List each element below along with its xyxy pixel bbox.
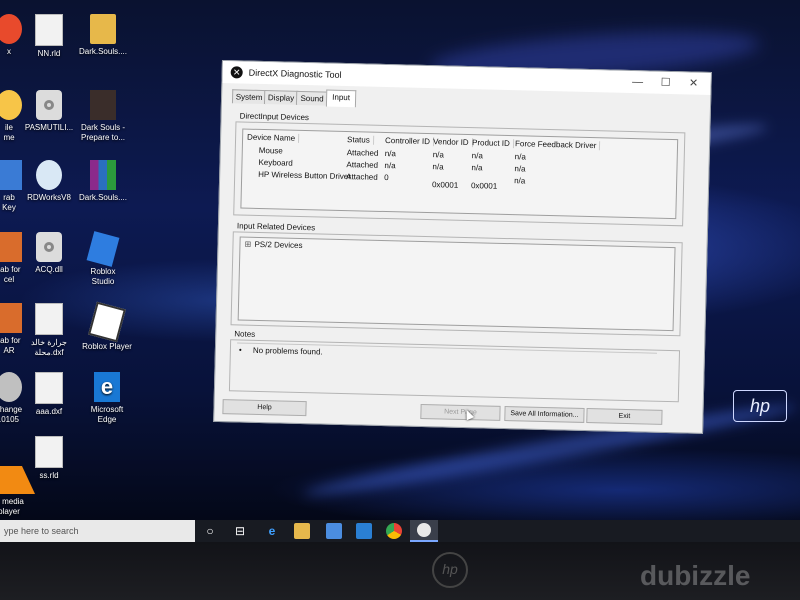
- folder-icon: [90, 14, 116, 44]
- device-status: Attached: [346, 172, 378, 182]
- device-status: Attached: [346, 160, 379, 170]
- directx-icon: [417, 523, 431, 537]
- tree-item-ps2-devices[interactable]: PS/2 Devices: [254, 240, 302, 250]
- store-icon[interactable]: [326, 523, 342, 539]
- chrome-icon[interactable]: [386, 523, 402, 539]
- mail-icon[interactable]: [356, 523, 372, 539]
- roblox-studio-icon: [86, 231, 120, 267]
- edge-icon: e: [94, 372, 120, 402]
- device-ffd: n/a: [514, 164, 526, 174]
- desktop-icon[interactable]: Dark.Souls....: [72, 14, 134, 57]
- expand-icon[interactable]: ⊞: [244, 240, 251, 249]
- device-product-id: 0x0001: [470, 181, 498, 191]
- desktop-icon[interactable]: PASMUTILI...: [18, 90, 80, 133]
- desktop-icon[interactable]: ACQ.dll: [18, 232, 80, 275]
- device-product-id: n/a: [471, 151, 483, 161]
- column-header[interactable]: Force Feedback Driver: [514, 139, 601, 151]
- close-button[interactable]: ✕: [682, 75, 704, 92]
- hp-logo: hp: [432, 552, 468, 588]
- directx-taskbar-button[interactable]: [410, 520, 438, 542]
- maximize-button[interactable]: ☐: [654, 75, 676, 92]
- settings-file-icon: [36, 232, 62, 262]
- device-name: Keyboard: [258, 157, 293, 168]
- directinput-group-label: DirectInput Devices: [239, 111, 310, 123]
- desktop-icon[interactable]: e Microsoft Edge: [76, 372, 138, 425]
- column-header[interactable]: Vendor ID: [432, 137, 473, 148]
- roblox-player-icon: [88, 301, 126, 343]
- next-page-button[interactable]: Next Page: [420, 403, 501, 421]
- file-icon: [35, 14, 63, 46]
- directx-icon: ✕: [230, 66, 243, 79]
- taskbar-search-box[interactable]: ype here to search: [0, 520, 195, 542]
- device-controller-id: n/a: [384, 149, 396, 159]
- device-vendor-id: n/a: [432, 162, 444, 172]
- rdworks-icon: [36, 160, 62, 190]
- device-vendor-id: n/a: [432, 150, 444, 160]
- device-ffd: n/a: [514, 152, 526, 162]
- desktop-icon[interactable]: NN.rld: [18, 14, 80, 59]
- column-header[interactable]: Product ID: [471, 138, 514, 149]
- desktop-icon[interactable]: aaa.dxf: [18, 372, 80, 417]
- related-devices-group-label: Input Related Devices: [236, 221, 316, 233]
- directx-diagnostic-window: ✕ DirectX Diagnostic Tool — ☐ ✕ System D…: [213, 60, 712, 434]
- note-text: No problems found.: [252, 345, 323, 357]
- save-all-information-button[interactable]: Save All Information...: [504, 406, 585, 423]
- desktop-icon[interactable]: Dark Souls - Prepare to...: [72, 90, 134, 143]
- device-name: HP Wireless Button Driver: [258, 169, 352, 182]
- device-name: Mouse: [258, 145, 283, 156]
- note-bullet: •: [238, 345, 242, 355]
- tab-sound[interactable]: Sound: [295, 90, 329, 106]
- column-header[interactable]: Status: [346, 135, 374, 145]
- tab-input[interactable]: Input: [325, 89, 357, 108]
- minimize-button[interactable]: —: [626, 74, 648, 91]
- help-button[interactable]: Help: [222, 399, 307, 417]
- cortana-icon[interactable]: ○: [202, 523, 218, 539]
- file-icon: [35, 436, 63, 468]
- exit-button[interactable]: Exit: [586, 408, 663, 425]
- winrar-icon: [90, 160, 116, 190]
- related-devices-group: ⊞ PS/2 Devices: [230, 231, 683, 337]
- directinput-group: Device Name Status Controller ID Vendor …: [233, 121, 686, 227]
- window-title: DirectX Diagnostic Tool: [248, 67, 342, 80]
- task-view-icon[interactable]: ⊟: [232, 523, 248, 539]
- desktop-icon[interactable]: Roblox Studio: [72, 231, 134, 287]
- file-icon: [35, 303, 63, 335]
- device-product-id: n/a: [471, 163, 483, 173]
- tab-display[interactable]: Display: [263, 90, 299, 105]
- taskbar: ype here to search ○ ⊟ e: [0, 520, 800, 542]
- hp-logo-badge: hp: [733, 390, 787, 422]
- settings-file-icon: [36, 90, 62, 120]
- watermark: dubizzle: [640, 560, 751, 591]
- column-header[interactable]: Device Name: [247, 132, 300, 143]
- desktop-icon[interactable]: جرارة خالد محلة.dxf: [18, 303, 80, 358]
- file-icon: [35, 372, 63, 404]
- edge-icon[interactable]: e: [264, 523, 280, 539]
- notes-group: • No problems found.: [228, 339, 681, 403]
- desktop: x ile me rab Key rab for cel rab for AR …: [0, 0, 800, 520]
- file-explorer-icon[interactable]: [294, 523, 310, 539]
- dark-souls-icon: [90, 90, 116, 120]
- device-ffd: n/a: [514, 176, 526, 186]
- notes-group-label: Notes: [234, 329, 256, 339]
- device-vendor-id: 0x0001: [431, 180, 459, 190]
- column-header[interactable]: Controller ID: [384, 136, 435, 147]
- desktop-icon[interactable]: ss.rld: [18, 436, 80, 481]
- device-controller-id: 0: [384, 172, 389, 183]
- directinput-device-list[interactable]: Device Name Status Controller ID Vendor …: [240, 128, 679, 220]
- desktop-icon[interactable]: Roblox Player: [76, 301, 138, 352]
- desktop-icon[interactable]: RDWorksV8: [18, 160, 80, 203]
- related-devices-tree[interactable]: ⊞ PS/2 Devices: [237, 236, 676, 332]
- tab-system[interactable]: System: [231, 89, 267, 105]
- desktop-icon[interactable]: Dark.Souls....: [72, 160, 134, 203]
- notes-text-area: • No problems found.: [236, 342, 657, 394]
- device-controller-id: n/a: [384, 161, 396, 171]
- device-status: Attached: [346, 148, 379, 158]
